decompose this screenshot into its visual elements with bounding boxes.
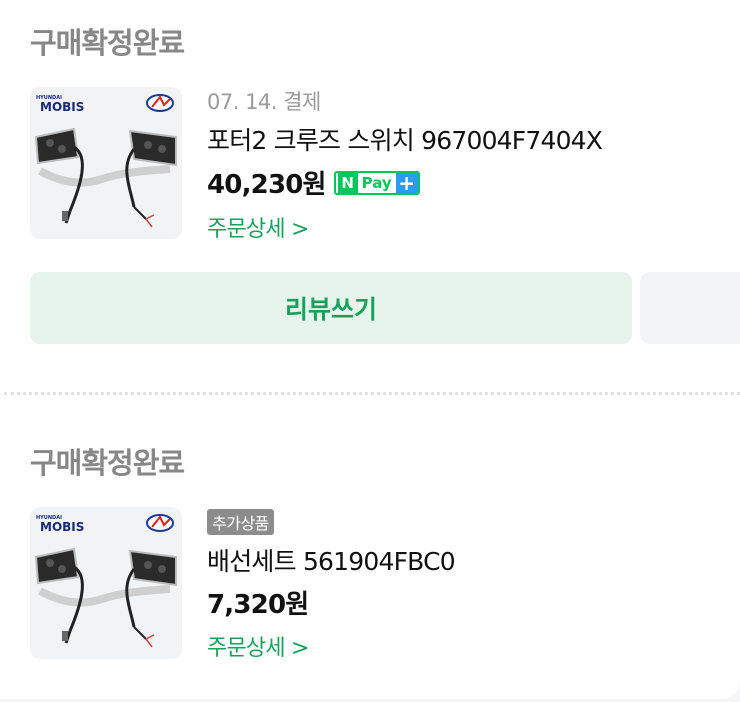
order-status: 구매확정완료: [30, 26, 185, 60]
npay-plus-badge: N Pay +: [333, 170, 420, 195]
price: 7,320원: [207, 590, 309, 620]
write-review-button[interactable]: 리뷰쓰기: [30, 272, 632, 344]
svg-text:MOBIS: MOBIS: [40, 520, 84, 534]
npay-n-icon: N: [337, 172, 358, 193]
npay-label: Pay: [361, 173, 392, 192]
order-card: 구매확정완료 HYUNDAI MOBIS 07. 14. 결제 포터2 크루즈 …: [0, 0, 740, 699]
order-info: 추가상품: [207, 509, 274, 535]
product-thumbnail[interactable]: HYUNDAI MOBIS: [30, 507, 182, 659]
price: 40,230원: [207, 170, 326, 200]
product-title[interactable]: 포터2 크루즈 스위치 967004F7404X: [207, 121, 603, 157]
product-image-icon: HYUNDAI MOBIS: [34, 94, 177, 228]
order-status: 구매확정완료: [30, 446, 185, 480]
plus-icon: +: [395, 172, 418, 193]
extra-item-badge: 추가상품: [207, 509, 274, 535]
product-image-icon: HYUNDAI MOBIS: [34, 514, 177, 648]
price-row: 7,320원: [207, 584, 309, 621]
payment-date: 07. 14. 결제: [207, 90, 321, 114]
section-divider: [4, 392, 740, 395]
order-detail-link[interactable]: 주문상세 >: [207, 211, 309, 243]
price-row: 40,230원 N Pay +: [207, 164, 420, 201]
order-detail-link[interactable]: 주문상세 >: [207, 630, 309, 662]
svg-text:MOBIS: MOBIS: [40, 100, 84, 114]
product-title[interactable]: 배선세트 561904FBC0: [207, 542, 456, 578]
secondary-action-button[interactable]: [640, 272, 740, 344]
order-info: 07. 14. 결제: [207, 86, 321, 116]
product-thumbnail[interactable]: HYUNDAI MOBIS: [30, 87, 182, 239]
